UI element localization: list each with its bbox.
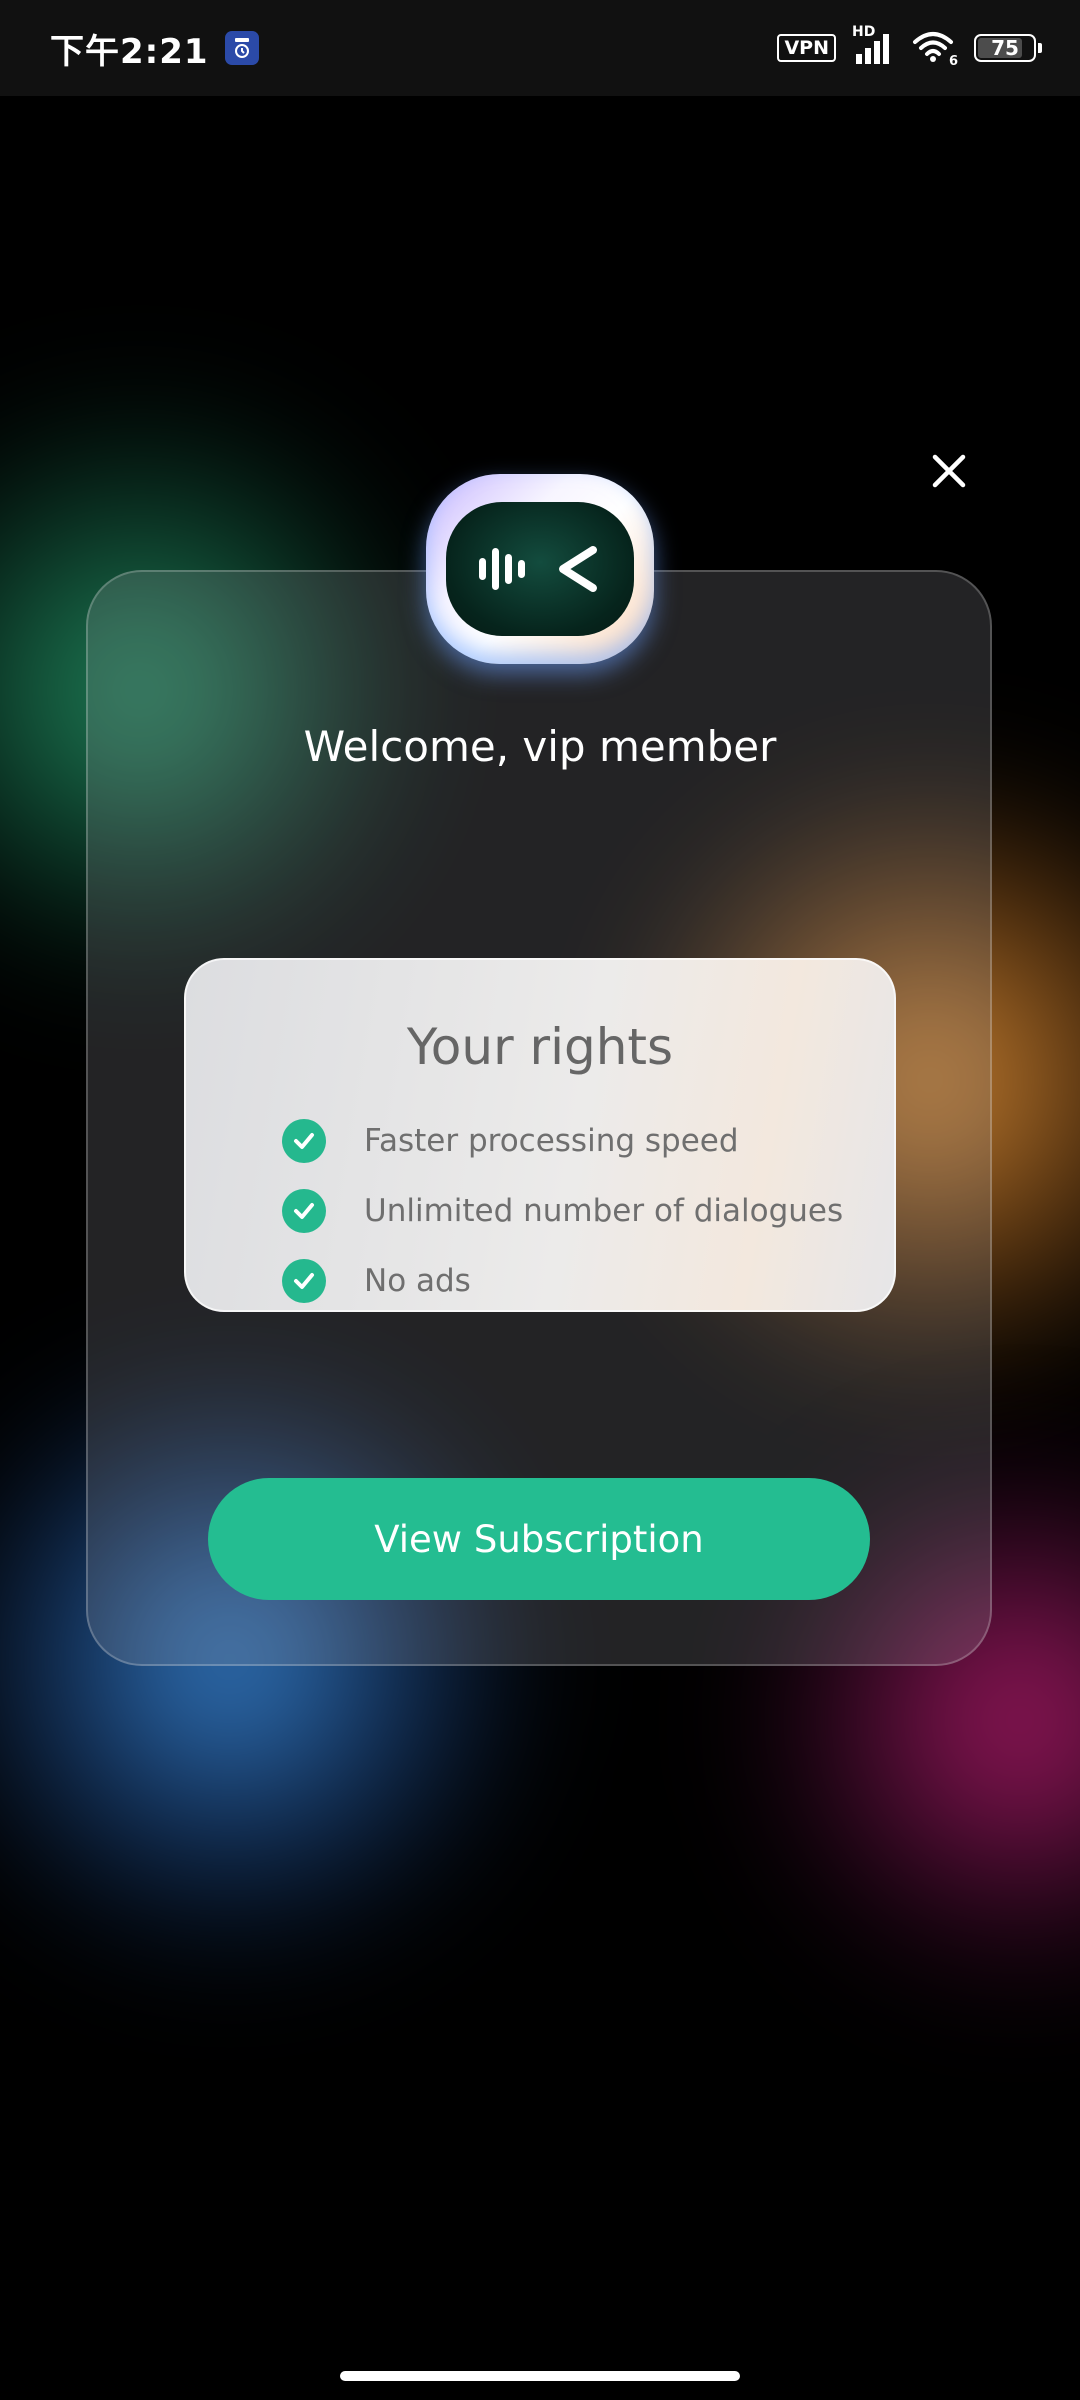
- assistant-avatar: [426, 474, 654, 664]
- status-time: 下午2:21: [50, 31, 209, 72]
- rights-list: Faster processing speed Unlimited number…: [282, 1106, 843, 1316]
- notification-app-icon: [224, 31, 259, 65]
- rights-item-label: No ads: [364, 1263, 471, 1299]
- status-right: VPN HD 6 75: [777, 24, 1042, 69]
- close-icon: [932, 454, 966, 488]
- rights-item-label: Unlimited number of dialogues: [364, 1193, 844, 1229]
- rights-item: No ads: [282, 1246, 843, 1316]
- wifi-generation-label: 6: [948, 54, 958, 69]
- check-circle-icon: [282, 1189, 326, 1233]
- status-bar: 下午2:21 VPN HD 6 75: [0, 0, 1080, 96]
- close-button[interactable]: [922, 444, 976, 498]
- home-indicator[interactable]: [340, 2371, 740, 2381]
- rights-item: Faster processing speed: [282, 1106, 843, 1176]
- check-circle-icon: [282, 1259, 326, 1303]
- status-left: 下午2:21: [50, 24, 259, 73]
- battery-level: 75: [991, 36, 1019, 60]
- rights-title: Your rights: [406, 1018, 674, 1076]
- rights-panel: Your rights Faster processing speed Unli…: [184, 958, 896, 1312]
- rights-item-label: Faster processing speed: [364, 1123, 739, 1159]
- welcome-heading: Welcome, vip member: [303, 722, 777, 771]
- vpn-badge: VPN: [777, 34, 836, 62]
- avatar-screen: [446, 502, 634, 636]
- battery-indicator: 75: [974, 34, 1042, 62]
- voice-wave-icon: [479, 546, 597, 592]
- view-subscription-button[interactable]: View Subscription: [208, 1478, 870, 1600]
- check-circle-icon: [282, 1119, 326, 1163]
- signal-icon: HD: [852, 24, 896, 68]
- rights-item: Unlimited number of dialogues: [282, 1176, 843, 1246]
- wifi-icon: 6: [912, 29, 958, 69]
- vip-welcome-screen: 下午2:21 VPN HD 6 75 Welcome, vip member Y…: [0, 0, 1080, 2400]
